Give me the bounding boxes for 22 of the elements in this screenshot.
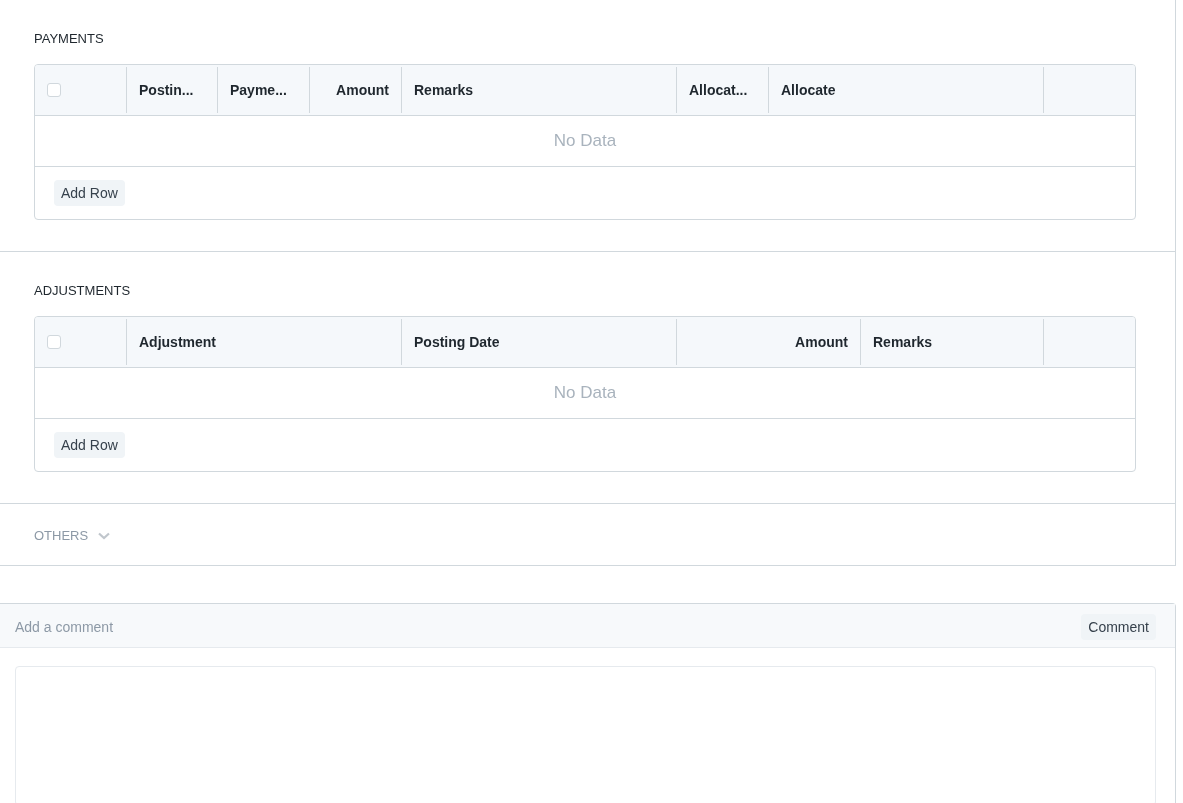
column-header: Amount [336,82,389,98]
section-title: PAYMENTS [34,31,104,46]
chevron-down-icon[interactable] [98,531,111,540]
select-all-checkbox[interactable] [47,335,61,349]
add-row-button[interactable]: Add Row [54,432,125,458]
column-header: Remarks [414,82,474,98]
empty-message: No Data [553,383,617,403]
select-all-checkbox[interactable] [47,83,61,97]
empty-message: No Data [553,131,617,151]
comment-button[interactable]: Comment [1081,614,1156,640]
column-header: Remarks [873,334,933,350]
column-header: Allocate [781,82,836,98]
column-header: Amount [795,334,848,350]
column-header: Allocat... [689,82,748,98]
column-header: Postin... [139,82,194,98]
section-title: ADJUSTMENTS [34,283,131,298]
column-header: Adjustment [139,334,216,350]
comment-input[interactable] [15,666,1156,803]
column-header: Payme... [230,82,287,98]
comment-heading: Add a comment [15,619,114,635]
add-row-button[interactable]: Add Row [54,180,125,206]
column-header: Posting Date [414,334,500,350]
